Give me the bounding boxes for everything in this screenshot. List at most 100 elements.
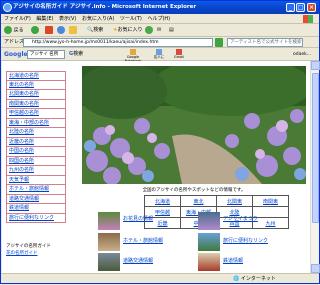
footer-site-name: アジサイの名所ガイド bbox=[6, 244, 51, 249]
intro-text: 全国のアジサイの名所やスポットなどの情報です。 bbox=[142, 188, 246, 193]
hotel-thumbnail[interactable] bbox=[98, 233, 120, 251]
stop-icon bbox=[45, 26, 53, 34]
scrollbar-thumb[interactable] bbox=[312, 73, 319, 223]
menu-file[interactable]: ファイル(F) bbox=[4, 16, 31, 22]
browser-window: アジサイの名所ガイド アジサイ.info - Microsoft Interne… bbox=[0, 0, 320, 284]
nav-item[interactable]: 天気予報 bbox=[6, 175, 66, 185]
home-button[interactable] bbox=[69, 26, 77, 35]
refresh-button[interactable] bbox=[57, 26, 65, 35]
nav-item[interactable]: 南関東の名所 bbox=[6, 99, 66, 109]
google-search-label: 検索 bbox=[73, 51, 84, 57]
menu-edit[interactable]: 編集(E) bbox=[36, 16, 53, 22]
nav-item[interactable]: 北関東の名所 bbox=[6, 90, 66, 100]
share-label: 友人に bbox=[153, 55, 165, 59]
menu-bar: ファイル(F) 編集(E) 表示(V) お気に入り(A) ツール(T) ヘルプ(… bbox=[1, 14, 319, 24]
title-bar[interactable]: アジサイの名所ガイド アジサイ.info - Microsoft Interne… bbox=[1, 1, 319, 14]
address-input[interactable]: http://www.jyo-h-home.jp/ms0011/kaeu/aji… bbox=[23, 38, 213, 47]
gmail-label: Gmail bbox=[173, 55, 185, 59]
history-icon bbox=[145, 26, 153, 34]
traffic-thumbnail[interactable] bbox=[98, 253, 120, 271]
nav-item[interactable]: 中国の名所 bbox=[6, 147, 66, 157]
home-icon bbox=[69, 26, 77, 34]
hydrangea-hero-image bbox=[82, 66, 306, 184]
artist-search-input[interactable]: アーティスト名で公式サイトを検索 bbox=[227, 38, 303, 47]
region-link[interactable]: 北関東 bbox=[216, 195, 253, 207]
zone-label: インターネット bbox=[240, 276, 276, 282]
railway-link[interactable]: 鉄道情報 bbox=[223, 257, 243, 264]
hydrangea-photo bbox=[82, 66, 306, 184]
gmail-button[interactable]: Gmail bbox=[171, 49, 187, 60]
search-label: 検索 bbox=[93, 27, 104, 33]
nav-item[interactable]: 道路交通情報 bbox=[6, 194, 66, 204]
travel-links-thumbnail[interactable] bbox=[198, 233, 220, 251]
festival-link[interactable]: アジサイまつり bbox=[223, 215, 258, 222]
nav-item[interactable]: 北陸の名所 bbox=[6, 128, 66, 138]
address-bar: アドレス(D) http://www.jyo-h-home.jp/ms0011/… bbox=[1, 37, 319, 48]
festival-thumbnail[interactable] bbox=[198, 212, 220, 230]
region-link[interactable]: 東北 bbox=[180, 195, 217, 207]
nav-item[interactable]: 九州の名所 bbox=[6, 166, 66, 176]
vertical-scrollbar[interactable] bbox=[310, 61, 320, 273]
region-link[interactable]: 南関東 bbox=[252, 195, 289, 207]
go-button[interactable] bbox=[215, 38, 223, 47]
nav-item[interactable]: 東北の名所 bbox=[6, 80, 66, 90]
history-button[interactable] bbox=[145, 26, 153, 35]
nav-item[interactable]: 甲信越の名所 bbox=[6, 109, 66, 119]
back-button[interactable]: 戻る bbox=[4, 26, 24, 35]
google-toolbar: Google アジサイ 名所 G検索 Google Notebook 友人に G… bbox=[1, 48, 319, 63]
mail-icon: ✉ bbox=[157, 27, 162, 33]
nav-item[interactable]: 北海道の名所 bbox=[6, 71, 66, 81]
flower-viewing-link[interactable]: お花見の情報 bbox=[123, 215, 153, 222]
scroll-up-arrow-icon[interactable] bbox=[311, 61, 320, 70]
windows-logo-icon bbox=[303, 15, 313, 23]
menu-help[interactable]: ヘルプ(H) bbox=[147, 16, 170, 22]
back-label: 戻る bbox=[13, 27, 24, 34]
ie-icon bbox=[3, 3, 12, 12]
google-search-button[interactable]: G検索 bbox=[69, 50, 83, 59]
account-label: odaek... bbox=[293, 52, 312, 57]
close-button[interactable]: × bbox=[307, 3, 316, 12]
internet-zone: 🌐 インターネット bbox=[233, 274, 276, 285]
nav-item[interactable]: 近畿の名所 bbox=[6, 137, 66, 147]
hotel-link[interactable]: ホテル・旅館情報 bbox=[123, 237, 163, 244]
mail-button[interactable]: ✉ bbox=[157, 26, 161, 35]
nav-item[interactable]: 四国の名所 bbox=[6, 156, 66, 166]
print-button[interactable]: ▤ bbox=[169, 26, 174, 35]
favorites-button[interactable]: ★お気に入り bbox=[113, 26, 143, 35]
region-link[interactable]: 九州 bbox=[252, 217, 289, 229]
nav-item[interactable]: 東海・中部の名所 bbox=[6, 118, 66, 128]
google-search-input[interactable]: アジサイ 名所 bbox=[27, 50, 65, 59]
nav-footer: アジサイの名所ガイド 花の名所ガイド bbox=[6, 243, 76, 257]
nav-item[interactable]: 旅行に便利なリンク bbox=[6, 213, 66, 223]
minimize-button[interactable]: _ bbox=[286, 3, 295, 12]
status-bar: 🌐 インターネット bbox=[1, 273, 319, 284]
region-link[interactable]: 北海道 bbox=[144, 195, 181, 207]
travel-links-link[interactable]: 旅行に便利なリンク bbox=[223, 237, 268, 244]
region-nav: 北海道の名所 東北の名所 北関東の名所 南関東の名所 甲信越の名所 東海・中部の… bbox=[6, 71, 66, 223]
google-notebook-button[interactable]: Google Notebook bbox=[119, 49, 147, 63]
stop-button[interactable] bbox=[45, 26, 53, 35]
google-logo: Google bbox=[4, 51, 28, 58]
footer-flower-guide-link[interactable]: 花の名所ガイド bbox=[6, 250, 76, 257]
table-row: 北海道 東北 北関東 南関東 bbox=[144, 195, 289, 207]
print-icon: ▤ bbox=[169, 27, 174, 33]
menu-tools[interactable]: ツール(T) bbox=[120, 16, 142, 22]
nav-item[interactable]: ホテル・旅館情報 bbox=[6, 185, 66, 195]
menu-view[interactable]: 表示(V) bbox=[59, 16, 76, 22]
favorites-label: お気に入り bbox=[117, 27, 143, 33]
region-link bbox=[252, 206, 289, 218]
refresh-icon bbox=[57, 26, 65, 34]
google-account-button[interactable]: odaek... bbox=[293, 50, 311, 59]
search-button[interactable]: 🔍検索 bbox=[87, 26, 103, 35]
railway-thumbnail[interactable] bbox=[198, 253, 220, 271]
menu-favorites[interactable]: お気に入り(A) bbox=[82, 16, 114, 22]
window-title: アジサイの名所ガイド アジサイ.info - Microsoft Interne… bbox=[13, 4, 197, 10]
scroll-down-arrow-icon[interactable] bbox=[311, 264, 320, 273]
nav-item[interactable]: 鉄道情報 bbox=[6, 204, 66, 214]
forward-button[interactable] bbox=[31, 26, 39, 35]
maximize-button[interactable]: □ bbox=[296, 3, 305, 12]
send-to-friend-button[interactable]: 友人に bbox=[151, 49, 167, 60]
globe-icon: 🌐 bbox=[233, 276, 240, 282]
flower-viewing-thumbnail[interactable] bbox=[98, 212, 120, 230]
traffic-link[interactable]: 道路交通情報 bbox=[123, 257, 153, 264]
